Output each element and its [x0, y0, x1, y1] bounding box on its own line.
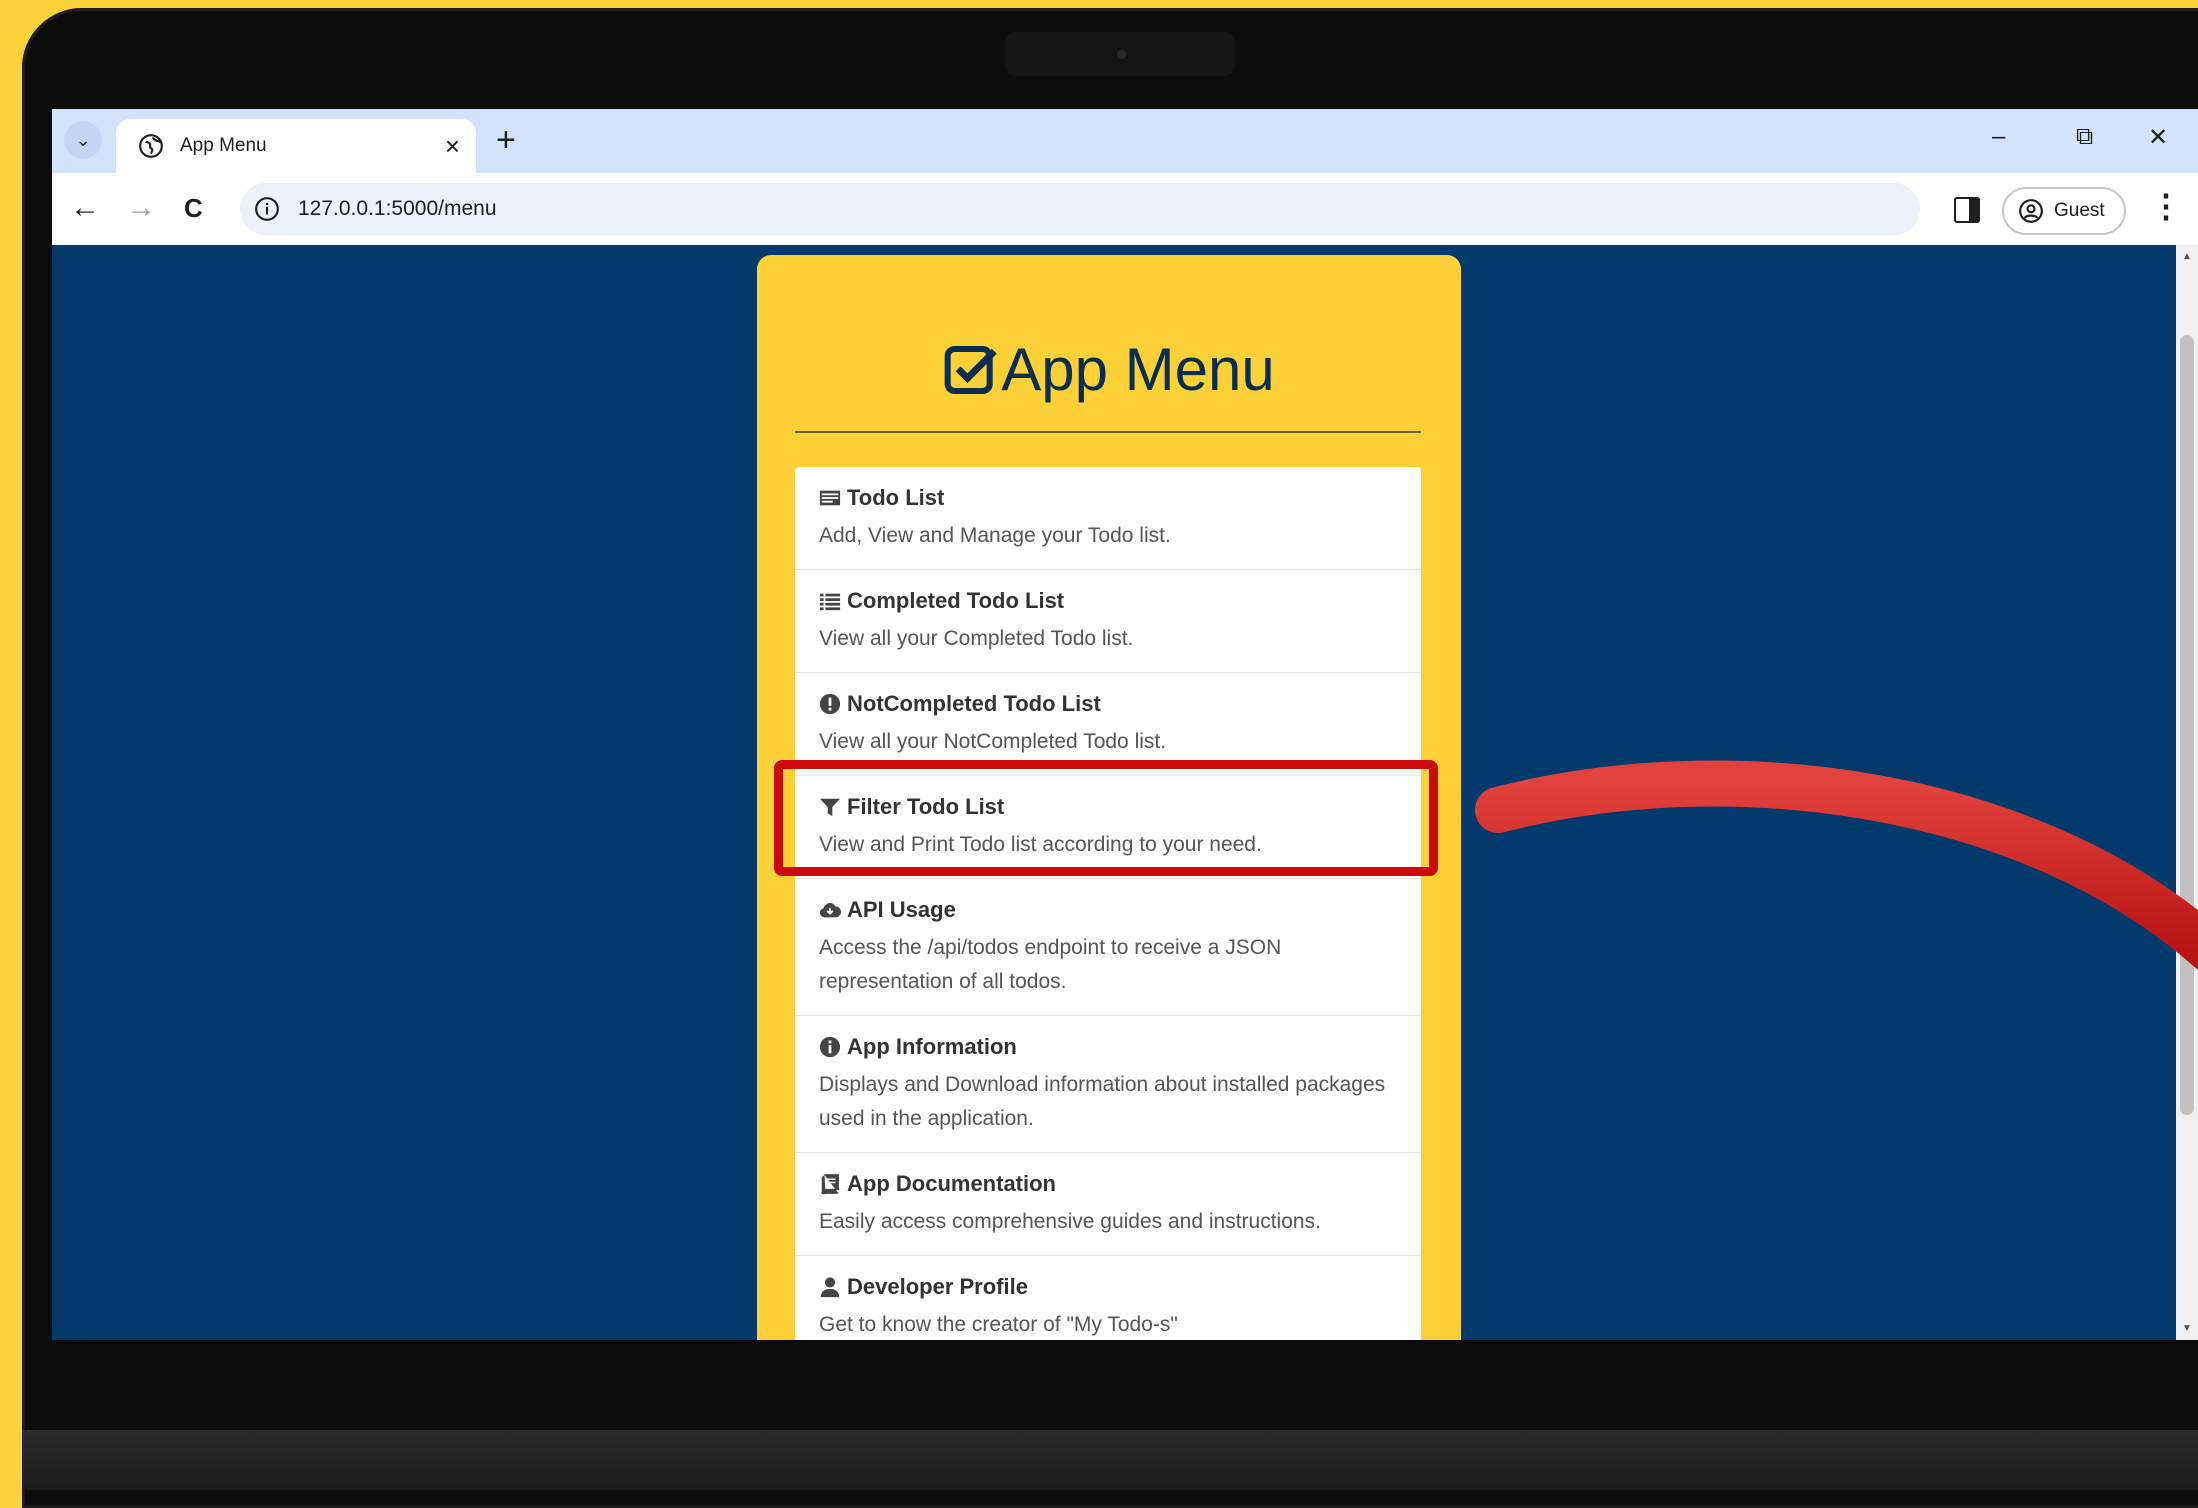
- reload-icon[interactable]: C: [184, 193, 203, 224]
- menu-item-api-usage[interactable]: API Usage Access the /api/todos endpoint…: [795, 879, 1421, 1016]
- camera-lens: [1117, 50, 1126, 59]
- tab-search-button[interactable]: ⌄: [64, 121, 102, 159]
- tab-strip: ⌄ App Menu × + – ⧉ ✕: [52, 109, 2198, 173]
- forward-arrow-icon[interactable]: →: [126, 191, 156, 225]
- page-title: App Menu: [757, 335, 1461, 404]
- browser-window: ⌄ App Menu × + – ⧉ ✕ ← → C 127.0.0.1:500…: [52, 109, 2198, 1340]
- menu-item-label: NotCompleted Todo List: [847, 691, 1101, 716]
- menu-item-developer-profile[interactable]: Developer Profile Get to know the creato…: [795, 1256, 1421, 1340]
- menu-item-app-information[interactable]: App Information Displays and Download in…: [795, 1016, 1421, 1153]
- scroll-down-arrow-icon[interactable]: ▼: [2182, 1323, 2192, 1334]
- menu-item-description: Easily access comprehensive guides and i…: [819, 1210, 1321, 1233]
- side-panel-icon[interactable]: [1954, 197, 1980, 223]
- url-text: 127.0.0.1:5000/menu: [298, 197, 497, 220]
- tab-title: App Menu: [180, 135, 267, 156]
- laptop-bottom-bezel: [22, 1430, 2198, 1490]
- profile-button[interactable]: Guest: [2002, 187, 2126, 235]
- menu-item-todo-list[interactable]: Todo List Add, View and Manage your Todo…: [795, 467, 1421, 570]
- menu-item-label: App Documentation: [847, 1171, 1056, 1196]
- list-icon: [819, 593, 841, 611]
- address-bar[interactable]: 127.0.0.1:5000/menu: [240, 183, 1920, 235]
- pointer-arrow: [1475, 760, 2198, 970]
- menu-item-label: Developer Profile: [847, 1274, 1028, 1299]
- site-info-icon[interactable]: [254, 196, 280, 222]
- globe-icon: [139, 134, 163, 158]
- menu-item-description: View all your NotCompleted Todo list.: [819, 730, 1167, 753]
- menu-item-description: Access the /api/todos endpoint to receiv…: [819, 936, 1282, 993]
- profile-label: Guest: [2054, 200, 2105, 221]
- close-tab-icon[interactable]: ×: [445, 131, 460, 162]
- close-window-icon[interactable]: ✕: [2148, 123, 2168, 152]
- info-circle-icon: [819, 1036, 841, 1058]
- scrollbar-thumb[interactable]: [2180, 335, 2194, 1115]
- menu-item-description: Get to know the creator of "My Todo-s": [819, 1313, 1178, 1336]
- menu-item-label: Completed Todo List: [847, 588, 1065, 613]
- minimize-icon[interactable]: –: [1992, 123, 2005, 151]
- cloud-icon: [819, 903, 841, 918]
- title-divider: [795, 431, 1421, 433]
- menu-item-label: Todo List: [847, 485, 945, 510]
- highlight-box: [774, 760, 1438, 876]
- account-circle-icon: [2019, 199, 2043, 223]
- menu-list: Todo List Add, View and Manage your Todo…: [795, 467, 1421, 1340]
- back-arrow-icon[interactable]: ←: [70, 191, 100, 225]
- check-square-icon: [944, 345, 998, 394]
- exclamation-circle-icon: [819, 693, 841, 715]
- menu-item-description: Displays and Download information about …: [819, 1073, 1386, 1130]
- menu-item-app-documentation[interactable]: App Documentation Easily access comprehe…: [795, 1153, 1421, 1256]
- menu-item-label: App Information: [847, 1034, 1017, 1059]
- menu-item-description: View all your Completed Todo list.: [819, 627, 1134, 650]
- menu-item-completed-todo-list[interactable]: Completed Todo List View all your Comple…: [795, 570, 1421, 673]
- menu-item-label: API Usage: [847, 897, 956, 922]
- browser-toolbar: ← → C 127.0.0.1:5000/menu Guest ⋮: [52, 173, 2198, 245]
- user-icon: [820, 1277, 840, 1298]
- new-tab-button[interactable]: +: [496, 121, 516, 160]
- chevron-down-icon: ⌄: [75, 129, 91, 150]
- book-icon: [821, 1174, 839, 1195]
- restore-icon[interactable]: ⧉: [2076, 123, 2093, 151]
- scroll-up-arrow-icon[interactable]: ▲: [2182, 251, 2192, 262]
- tab-app-menu[interactable]: App Menu ×: [116, 119, 476, 173]
- list-alt-icon: [819, 490, 841, 506]
- page-title-text: App Menu: [1001, 336, 1275, 403]
- more-menu-icon[interactable]: ⋮: [2150, 187, 2182, 225]
- menu-item-description: Add, View and Manage your Todo list.: [819, 524, 1171, 547]
